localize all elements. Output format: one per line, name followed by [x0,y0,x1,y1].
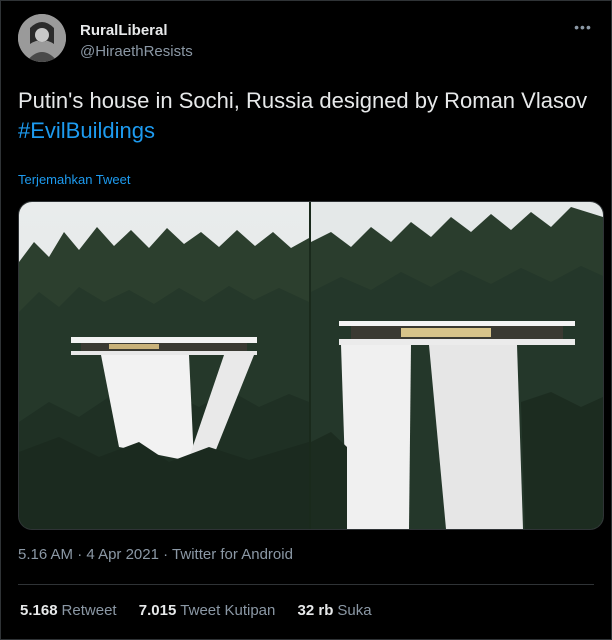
user-handle[interactable]: @HiraethResists [80,43,193,60]
photo-left[interactable] [19,202,309,529]
tweet-text: Putin's house in Sochi, Russia designed … [18,86,588,146]
more-dots-icon[interactable]: ••• [572,20,594,42]
retweet-count: 5.168 [20,602,58,619]
like-stat[interactable]: 32 rb Suka [298,602,372,619]
divider [18,584,594,585]
quote-label: Tweet Kutipan [180,602,276,619]
meta-separator: · [77,546,87,563]
retweet-stat[interactable]: 5.168 Retweet [20,602,117,619]
quote-count: 7.015 [138,602,177,619]
tweet-source[interactable]: Twitter for Android [172,546,293,563]
tweet-header: RuralLiberal @HiraethResists ••• [18,14,594,66]
photo-right[interactable] [311,202,603,529]
hashtag-link[interactable]: #EvilBuildings [18,116,588,146]
retweet-label: Retweet [61,602,117,619]
like-count: 32 rb [297,602,334,619]
like-label: Suka [337,602,372,619]
tweet-media [18,201,604,530]
tweet-meta: 5.16 AM · 4 Apr 2021 · Twitter for Andro… [18,546,293,563]
tweet-date[interactable]: 4 Apr 2021 [86,546,159,563]
meta-separator: · [163,546,173,563]
tweet-body: Putin's house in Sochi, Russia designed … [18,88,588,113]
display-name[interactable]: RuralLiberal [80,22,168,39]
avatar[interactable] [18,14,66,62]
tweet-stats: 5.168 Retweet 7.015 Tweet Kutipan 32 rb Suk… [20,602,390,619]
translate-tweet-link[interactable]: Terjemahkan Tweet [18,172,131,187]
quote-stat[interactable]: 7.015 Tweet Kutipan [139,602,276,619]
tweet-time[interactable]: 5.16 AM [18,546,73,563]
